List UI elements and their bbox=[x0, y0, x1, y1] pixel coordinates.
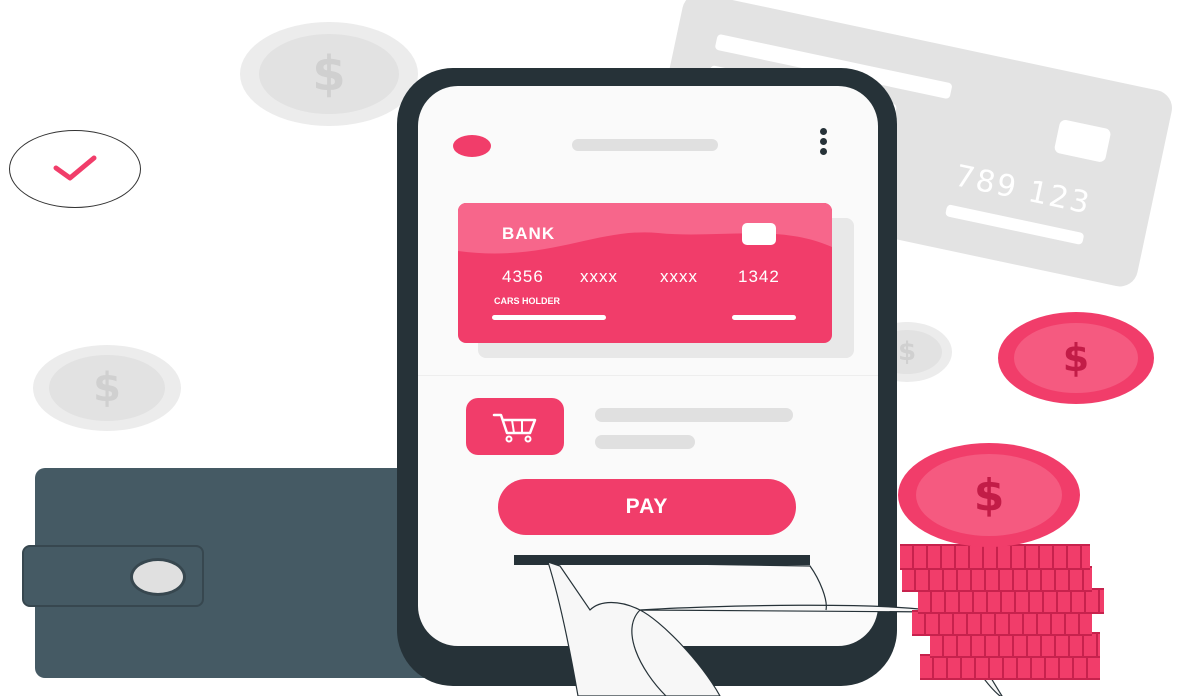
pink-coin-top: $ bbox=[998, 312, 1154, 404]
dollar-icon: $ bbox=[973, 469, 1005, 521]
pink-coin-stack-top: $ bbox=[898, 443, 1080, 547]
coin-stack-layer bbox=[900, 544, 1090, 570]
dollar-icon: $ bbox=[1062, 336, 1090, 380]
